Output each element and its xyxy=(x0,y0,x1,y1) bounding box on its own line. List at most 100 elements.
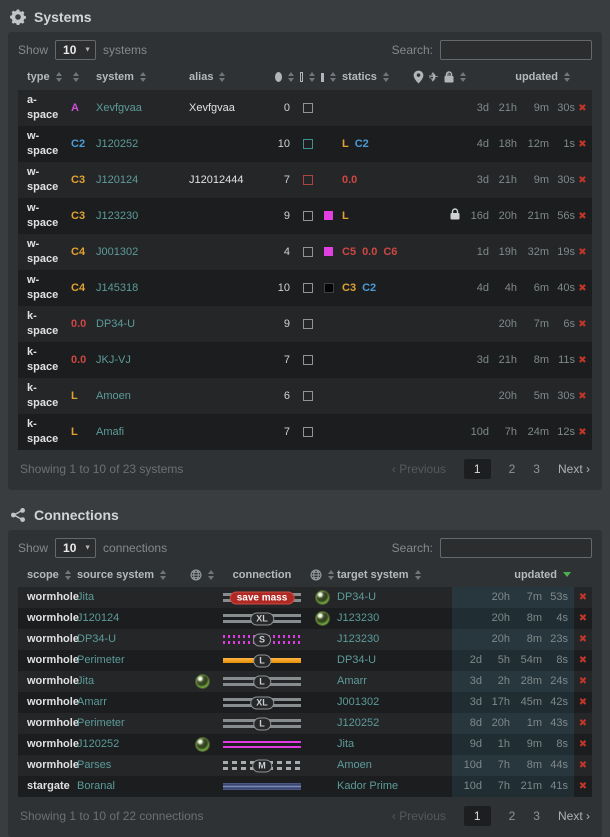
system-link[interactable]: JKJ-VJ xyxy=(96,354,131,366)
delete-button[interactable]: ✖ xyxy=(578,103,586,114)
type-cell: w-space xyxy=(18,162,68,198)
systems-page-2[interactable]: 2 xyxy=(509,462,516,476)
connection-cell: L xyxy=(214,713,310,734)
system-link[interactable]: Amoen xyxy=(96,390,131,402)
delete-button[interactable]: ✖ xyxy=(578,211,586,222)
delete-button[interactable]: ✖ xyxy=(578,355,586,366)
mass-badge: L xyxy=(253,675,271,688)
connections-page-2[interactable]: 2 xyxy=(509,809,516,823)
delete-button[interactable]: ✖ xyxy=(579,592,587,603)
target-system-link[interactable]: J120252 xyxy=(337,717,379,729)
systems-page-3[interactable]: 3 xyxy=(533,462,540,476)
system-link[interactable]: Xevfgvaa xyxy=(96,102,142,114)
globe-icon xyxy=(190,569,202,581)
delete-button[interactable]: ✖ xyxy=(579,634,587,645)
delete-button[interactable]: ✖ xyxy=(579,676,587,687)
source-globe-cell xyxy=(190,650,214,671)
connections-next-button[interactable]: Next › xyxy=(558,809,590,823)
col-header-square-outline-icon[interactable] xyxy=(297,66,318,90)
source-system-link[interactable]: DP34-U xyxy=(77,633,116,645)
system-link[interactable]: J001302 xyxy=(96,246,138,258)
delete-button[interactable]: ✖ xyxy=(579,760,587,771)
alias-cell xyxy=(186,270,272,306)
col-header-blank-1[interactable] xyxy=(68,66,93,90)
source-system-link[interactable]: Jita xyxy=(77,591,94,603)
system-link[interactable]: DP34-U xyxy=(96,318,135,330)
connections-search-input[interactable] xyxy=(440,538,592,558)
col-header-statics[interactable]: statics xyxy=(339,66,417,90)
connections-page-3[interactable]: 3 xyxy=(533,809,540,823)
plane-cell xyxy=(432,234,447,270)
target-system-link[interactable]: Amarr xyxy=(337,675,367,687)
col-header-target-system[interactable]: target system xyxy=(334,564,452,587)
delete-button[interactable]: ✖ xyxy=(578,427,586,438)
mass-badge: S xyxy=(253,633,271,646)
source-system-link[interactable]: J120252 xyxy=(77,738,119,750)
delete-cell: ✖ xyxy=(573,414,592,450)
system-link[interactable]: Amafi xyxy=(96,426,124,438)
updated-cell: 2d5h54m8s xyxy=(452,650,574,671)
sort-icon xyxy=(415,570,421,580)
target-system-link[interactable]: Kador Prime xyxy=(337,780,398,792)
filled-square-cell xyxy=(318,162,339,198)
connection-row: stargateBoranalKador Prime10d7h21m41s✖ xyxy=(18,776,592,797)
connections-page-size-select[interactable]: 10 xyxy=(55,538,96,558)
systems-search-input[interactable] xyxy=(440,40,592,60)
delete-button[interactable]: ✖ xyxy=(579,739,587,750)
connection-bar: L xyxy=(223,717,301,730)
delete-button[interactable]: ✖ xyxy=(578,391,586,402)
target-system-link[interactable]: DP34-U xyxy=(337,591,376,603)
system-link[interactable]: J123230 xyxy=(96,210,138,222)
system-link[interactable]: J145318 xyxy=(96,282,138,294)
delete-button[interactable]: ✖ xyxy=(578,283,586,294)
target-system-link[interactable]: DP34-U xyxy=(337,654,376,666)
lock-cell xyxy=(447,342,462,378)
source-system-link[interactable]: Jita xyxy=(77,675,94,687)
col-header-system[interactable]: system xyxy=(93,66,186,90)
statics-cell xyxy=(339,306,417,342)
lock-cell xyxy=(447,198,462,234)
target-system-link[interactable]: Amoen xyxy=(337,759,372,771)
system-link[interactable]: J120124 xyxy=(96,174,138,186)
delete-button[interactable]: ✖ xyxy=(578,247,586,258)
delete-button[interactable]: ✖ xyxy=(578,319,586,330)
systems-previous-button[interactable]: ‹ Previous xyxy=(392,462,446,476)
alias-cell: J12012444 xyxy=(186,162,272,198)
source-globe-cell xyxy=(190,608,214,629)
col-header-square-filled-icon[interactable] xyxy=(318,66,339,90)
col-header-scope[interactable]: scope xyxy=(18,564,74,587)
col-header-source-system[interactable]: source system xyxy=(74,564,190,587)
source-system-link[interactable]: Boranal xyxy=(77,780,115,792)
source-system-link[interactable]: Parses xyxy=(77,759,111,771)
source-system-link[interactable]: Amarr xyxy=(77,696,107,708)
target-system-link[interactable]: J001302 xyxy=(337,696,379,708)
col-header-globe-icon[interactable] xyxy=(190,564,214,587)
col-header-updated[interactable]: updated xyxy=(452,564,574,587)
delete-button[interactable]: ✖ xyxy=(579,697,587,708)
delete-button[interactable]: ✖ xyxy=(579,613,587,624)
target-system-link[interactable]: Jita xyxy=(337,738,354,750)
col-header-updated[interactable]: updated xyxy=(462,66,573,90)
col-header-type[interactable]: type xyxy=(18,66,68,90)
col-header-globe-icon[interactable] xyxy=(310,564,334,587)
delete-button[interactable]: ✖ xyxy=(579,718,587,729)
delete-button[interactable]: ✖ xyxy=(579,781,587,792)
delete-button[interactable]: ✖ xyxy=(578,139,586,150)
source-system-link[interactable]: Perimeter xyxy=(77,654,125,666)
system-link[interactable]: J120252 xyxy=(96,138,138,150)
delete-button[interactable]: ✖ xyxy=(578,175,586,186)
col-header-blank-7 xyxy=(574,564,592,587)
target-system-link[interactable]: J123230 xyxy=(337,633,379,645)
col-header-lock-icon[interactable] xyxy=(447,66,462,90)
systems-page-1[interactable]: 1 xyxy=(464,459,491,479)
delete-button[interactable]: ✖ xyxy=(579,655,587,666)
connections-page-1[interactable]: 1 xyxy=(464,806,491,826)
col-header-circle-icon[interactable] xyxy=(272,66,297,90)
source-system-link[interactable]: J120124 xyxy=(77,612,119,624)
systems-page-size-select[interactable]: 10 xyxy=(55,40,96,60)
connections-previous-button[interactable]: ‹ Previous xyxy=(392,809,446,823)
col-header-alias[interactable]: alias xyxy=(186,66,272,90)
systems-next-button[interactable]: Next › xyxy=(558,462,590,476)
source-system-link[interactable]: Perimeter xyxy=(77,717,125,729)
target-system-link[interactable]: J123230 xyxy=(337,612,379,624)
